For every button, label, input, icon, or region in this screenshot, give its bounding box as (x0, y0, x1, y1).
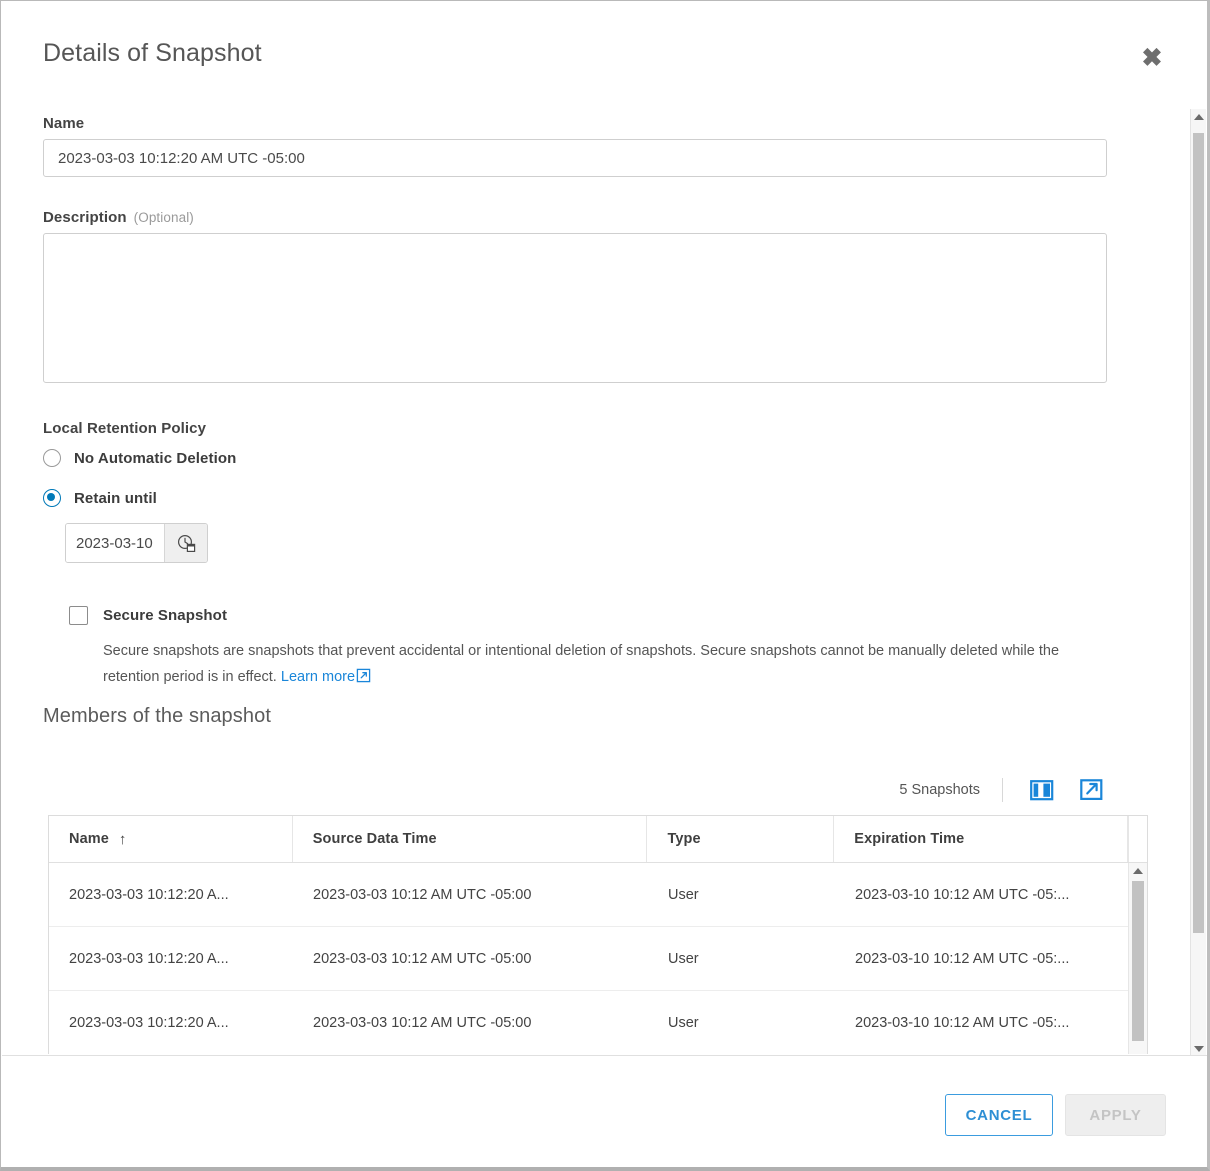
export-icon[interactable] (1077, 776, 1107, 804)
description-label-text: Description (43, 209, 127, 226)
secure-snapshot-help-text: Secure snapshots are snapshots that prev… (103, 638, 1113, 692)
cell-expiration-time-text: 2023-03-10 10:12 AM UTC -05:... (855, 886, 1070, 903)
cell-name-text: 2023-03-03 10:12:20 A... (69, 886, 229, 903)
cell-source-data-time-text: 2023-03-03 10:12 AM UTC -05:00 (313, 950, 532, 967)
toolbar-divider (1002, 778, 1003, 802)
cell-type-text: User (668, 1014, 699, 1031)
table-row[interactable]: 2023-03-03 10:12:20 A... 2023-03-03 10:1… (49, 863, 1130, 927)
dialog-scroll-body: Name Description (Optional) Local Retenti… (2, 93, 1190, 1054)
column-header-source-data-time-label: Source Data Time (312, 831, 437, 847)
external-link-icon[interactable] (356, 666, 371, 692)
members-table: Name ↑ Source Data Time Type Expiration … (48, 815, 1148, 1054)
column-header-type-label: Type (667, 831, 701, 847)
column-header-expiration-time[interactable]: Expiration Time (834, 816, 1129, 862)
cell-expiration-time: 2023-03-10 10:12 AM UTC -05:... (835, 927, 1129, 990)
cell-source-data-time: 2023-03-03 10:12 AM UTC -05:00 (293, 863, 648, 926)
table-toolbar: 5 Snapshots (702, 773, 1107, 807)
column-header-expiration-time-label: Expiration Time (854, 831, 965, 847)
chevron-up-icon (1133, 868, 1143, 874)
close-icon[interactable]: ✖ (1135, 41, 1169, 73)
column-header-name-label: Name (69, 831, 109, 847)
cell-expiration-time-text: 2023-03-10 10:12 AM UTC -05:... (855, 1014, 1070, 1031)
description-input[interactable] (43, 233, 1107, 383)
cell-source-data-time: 2023-03-03 10:12 AM UTC -05:00 (293, 927, 648, 990)
learn-more-link[interactable]: Learn more (281, 669, 355, 685)
chevron-up-icon (1193, 114, 1204, 120)
table-row[interactable]: 2023-03-03 10:12:20 A... 2023-03-03 10:1… (49, 991, 1130, 1054)
cell-type: User (648, 927, 835, 990)
cell-type: User (648, 991, 835, 1054)
dialog-header: Details of Snapshot ✖ (1, 1, 1206, 93)
table-body: 2023-03-03 10:12:20 A... 2023-03-03 10:1… (49, 863, 1130, 1054)
cell-name-text: 2023-03-03 10:12:20 A... (69, 1014, 229, 1031)
radio-mark-unchecked-icon (43, 449, 61, 467)
description-optional-tag: (Optional) (133, 210, 194, 225)
cell-type-text: User (668, 950, 699, 967)
column-header-type[interactable]: Type (647, 816, 835, 862)
cell-expiration-time: 2023-03-10 10:12 AM UTC -05:... (835, 991, 1129, 1054)
page-title: Details of Snapshot (43, 39, 262, 67)
snapshot-name-input[interactable] (43, 139, 1107, 177)
secure-snapshot-label: Secure Snapshot (103, 607, 228, 624)
members-of-snapshot-title: Members of the snapshot (43, 705, 271, 727)
chevron-down-icon (1193, 1046, 1204, 1052)
dialog-footer: CANCEL APPLY (2, 1055, 1207, 1167)
calendar-clock-icon[interactable] (164, 524, 207, 562)
name-label: Name (43, 115, 85, 132)
radio-retain-until-label: Retain until (74, 489, 157, 507)
local-retention-policy-label: Local Retention Policy (43, 420, 207, 437)
column-chooser-icon[interactable] (1027, 776, 1057, 804)
cell-source-data-time: 2023-03-03 10:12 AM UTC -05:00 (293, 991, 648, 1054)
radio-mark-checked-icon (43, 489, 61, 507)
radio-retain-until[interactable]: Retain until (43, 489, 157, 507)
cancel-button[interactable]: CANCEL (945, 1094, 1053, 1136)
column-header-endcap (1128, 816, 1147, 862)
cell-expiration-time-text: 2023-03-10 10:12 AM UTC -05:... (855, 950, 1070, 967)
cell-expiration-time: 2023-03-10 10:12 AM UTC -05:... (835, 863, 1129, 926)
cell-name: 2023-03-03 10:12:20 A... (49, 927, 293, 990)
radio-no-automatic-deletion[interactable]: No Automatic Deletion (43, 449, 236, 467)
cell-source-data-time-text: 2023-03-03 10:12 AM UTC -05:00 (313, 886, 532, 903)
retain-until-date-input[interactable] (66, 524, 164, 562)
dialog-scrollbar-thumb[interactable] (1193, 133, 1204, 933)
secure-snapshot-checkbox[interactable]: Secure Snapshot (69, 606, 227, 625)
cell-type: User (648, 863, 835, 926)
cell-name-text: 2023-03-03 10:12:20 A... (69, 950, 229, 967)
table-row[interactable]: 2023-03-03 10:12:20 A... 2023-03-03 10:1… (49, 927, 1130, 991)
table-scroll-up-arrow[interactable] (1129, 863, 1147, 879)
column-header-source-data-time[interactable]: Source Data Time (293, 816, 648, 862)
column-header-name[interactable]: Name ↑ (49, 816, 293, 862)
cell-type-text: User (668, 886, 699, 903)
snapshot-details-dialog: Details of Snapshot ✖ Name Description (O… (0, 0, 1210, 1171)
table-scrollbar[interactable] (1128, 863, 1147, 1054)
retain-until-date-picker[interactable] (65, 523, 208, 563)
table-body-scroll-area: 2023-03-03 10:12:20 A... 2023-03-03 10:1… (49, 863, 1147, 1054)
cell-source-data-time-text: 2023-03-03 10:12 AM UTC -05:00 (313, 1014, 532, 1031)
secure-snapshot-help-body: Secure snapshots are snapshots that prev… (103, 643, 1060, 685)
scroll-up-arrow[interactable] (1191, 109, 1206, 125)
description-label: Description (Optional) (43, 209, 194, 226)
cell-name: 2023-03-03 10:12:20 A... (49, 863, 293, 926)
table-scrollbar-thumb[interactable] (1132, 881, 1144, 1041)
sort-ascending-icon: ↑ (118, 830, 127, 848)
dialog-scrollbar[interactable] (1190, 109, 1206, 1057)
cell-name: 2023-03-03 10:12:20 A... (49, 991, 293, 1054)
table-header-row: Name ↑ Source Data Time Type Expiration … (49, 816, 1147, 863)
apply-button: APPLY (1065, 1094, 1166, 1136)
snapshot-count-label: 5 Snapshots (899, 782, 980, 798)
radio-no-automatic-deletion-label: No Automatic Deletion (74, 449, 237, 467)
checkbox-unchecked-icon (69, 606, 88, 625)
